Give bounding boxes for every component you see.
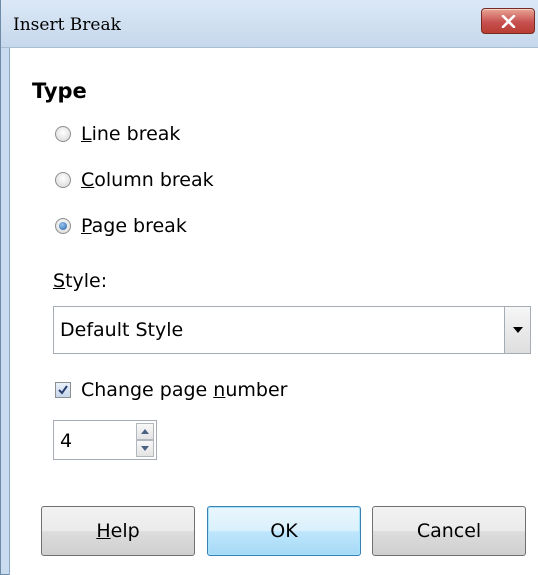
dialog-title: Insert Break — [13, 15, 121, 35]
arrow-up-icon — [141, 429, 149, 434]
close-x-icon — [501, 15, 516, 28]
change-page-number-checkbox[interactable] — [55, 382, 71, 398]
ok-button[interactable]: OK — [207, 506, 361, 556]
line-break-radio[interactable] — [55, 126, 71, 142]
column-break-label[interactable]: Column break — [81, 169, 214, 191]
cancel-button[interactable]: Cancel — [372, 506, 526, 556]
page-break-option[interactable]: Page break — [55, 212, 187, 240]
style-dropdown[interactable]: Default Style — [53, 306, 531, 354]
line-break-option[interactable]: Line break — [55, 120, 180, 148]
change-page-number-label[interactable]: Change page number — [81, 379, 287, 401]
page-number-value[interactable]: 4 — [60, 430, 72, 452]
title-bar[interactable]: Insert Break — [1, 0, 538, 48]
spin-buttons — [136, 423, 154, 457]
dialog-content: Type Line break Column break Page break … — [9, 48, 538, 575]
style-selected-value: Default Style — [60, 319, 184, 341]
page-break-label[interactable]: Page break — [81, 215, 187, 237]
spin-up-button[interactable] — [136, 423, 154, 440]
type-heading: Type — [32, 79, 87, 103]
close-button[interactable] — [481, 8, 535, 34]
page-break-radio[interactable] — [55, 218, 71, 234]
arrow-down-icon — [141, 446, 149, 451]
style-label: Style: — [53, 270, 108, 292]
chevron-down-icon — [513, 327, 523, 333]
column-break-option[interactable]: Column break — [55, 166, 214, 194]
spin-down-button[interactable] — [136, 440, 154, 457]
help-button[interactable]: Help — [41, 506, 195, 556]
column-break-radio[interactable] — [55, 172, 71, 188]
insert-break-dialog: Insert Break Type Line break Column brea… — [0, 0, 538, 575]
line-break-label[interactable]: Line break — [81, 123, 180, 145]
change-page-number-option[interactable]: Change page number — [55, 379, 287, 401]
page-number-spinbox[interactable]: 4 — [53, 420, 157, 460]
style-dropdown-button[interactable] — [504, 307, 530, 353]
checkmark-icon — [58, 385, 68, 395]
